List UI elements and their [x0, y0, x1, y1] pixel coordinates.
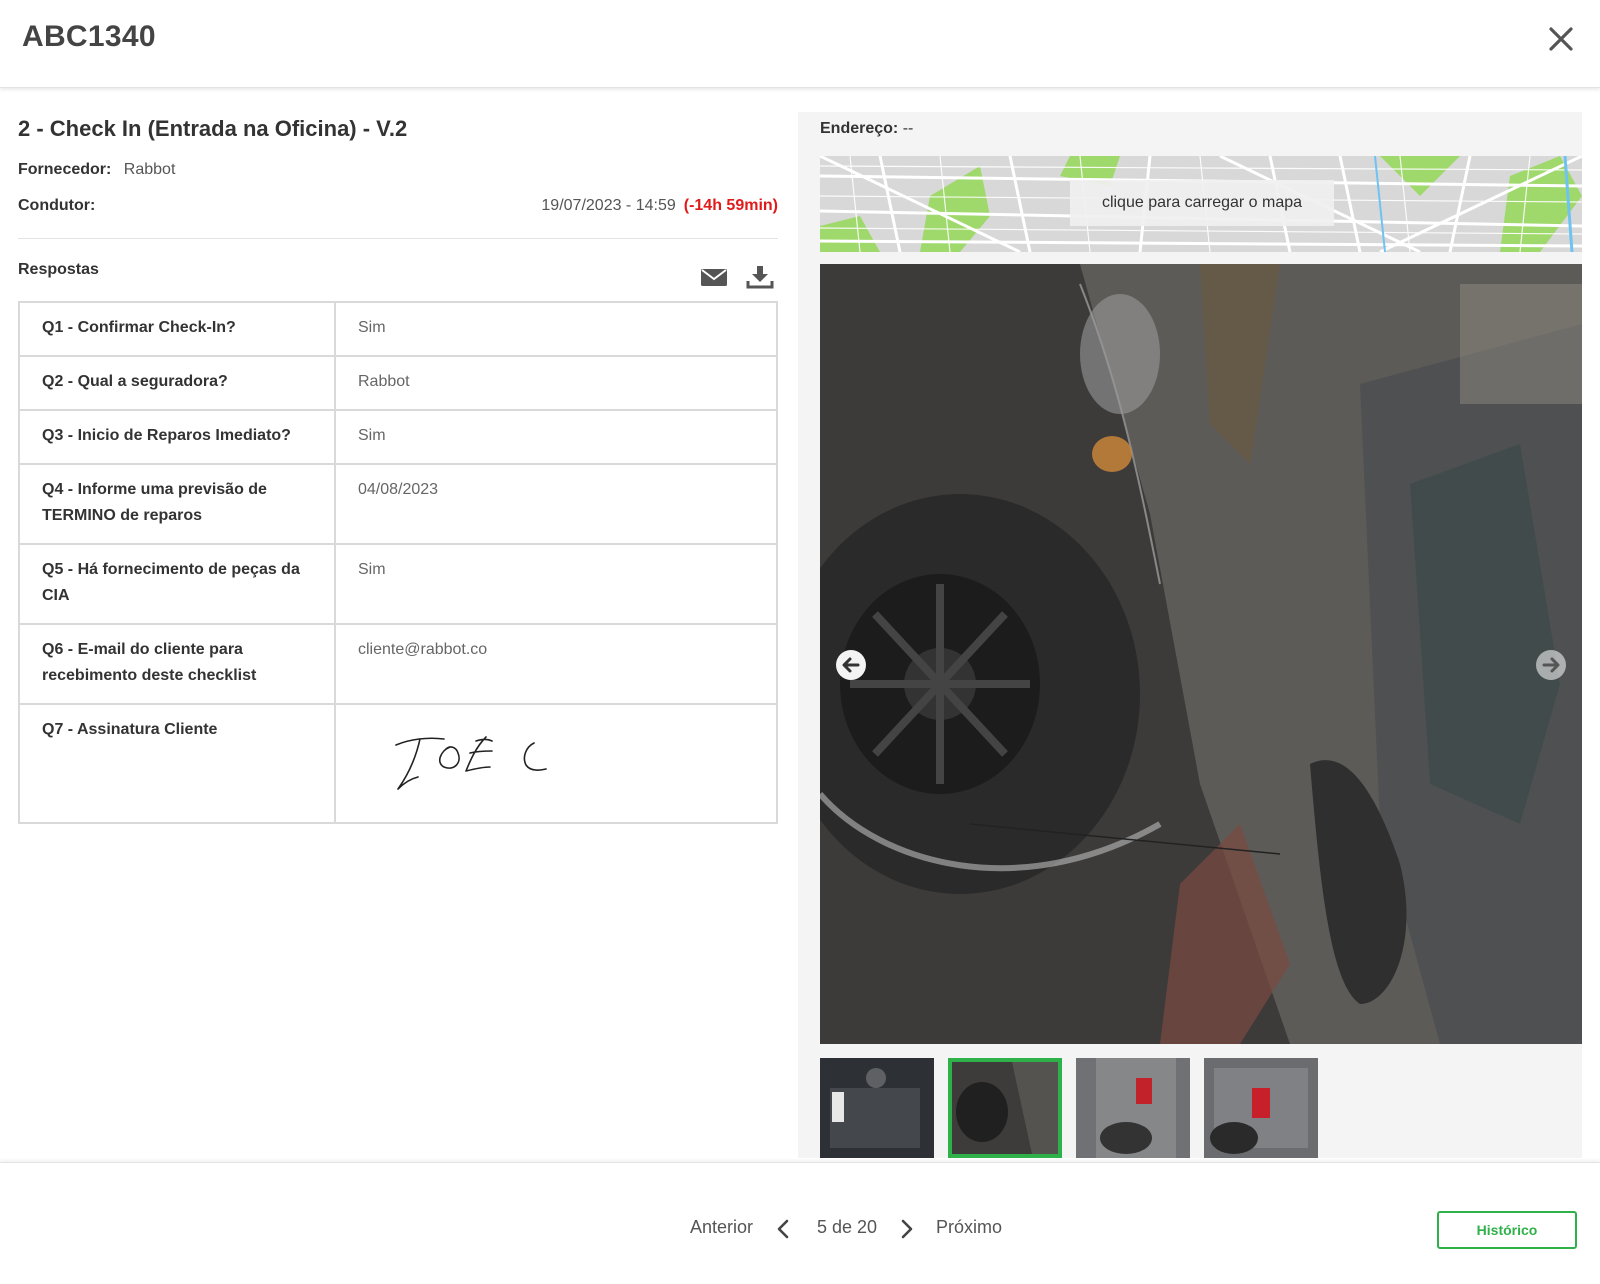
answer-cell: Sim — [334, 543, 778, 625]
supplier-row: Fornecedor: Rabbot — [18, 152, 778, 188]
next-link[interactable]: Próximo — [936, 1217, 1002, 1238]
question-cell: Q4 - Informe uma previsão de TERMINO de … — [18, 463, 336, 545]
delay-badge: (-14h 59min) — [683, 197, 778, 214]
download-icon[interactable] — [746, 265, 774, 289]
answers-table: Q1 - Confirmar Check-In? Sim Q2 - Qual a… — [18, 301, 778, 824]
car-image — [820, 264, 1582, 1044]
modal-footer: Anterior 5 de 20 Próximo Histórico — [0, 1162, 1600, 1284]
modal-header: ABC1340 — [0, 0, 1600, 88]
checklist-panel: 2 - Check In (Entrada na Oficina) - V.2 … — [18, 112, 778, 824]
address-row: Endereço: -- — [820, 120, 913, 138]
thumbnail[interactable] — [1076, 1058, 1190, 1158]
table-row: Q2 - Qual a seguradora? Rabbot — [18, 355, 778, 411]
question-cell: Q1 - Confirmar Check-In? — [18, 301, 336, 357]
vehicle-plate: ABC1340 — [22, 20, 156, 53]
answer-cell: cliente@rabbot.co — [334, 623, 778, 705]
table-row: Q1 - Confirmar Check-In? Sim — [18, 301, 778, 357]
page-indicator: 5 de 20 — [817, 1217, 878, 1237]
chevron-right-icon[interactable] — [900, 1219, 914, 1239]
client-signature — [395, 736, 547, 790]
address-value: -- — [902, 120, 914, 137]
question-cell: Q3 - Inicio de Reparos Imediato? — [18, 409, 336, 465]
thumbnail[interactable] — [820, 1058, 934, 1158]
vehicle-photo — [820, 264, 1582, 1044]
map-preview[interactable]: clique para carregar o mapa — [820, 156, 1582, 252]
signature-cell — [334, 703, 778, 824]
media-panel: Endereço: -- clique para carregar o mapa — [798, 112, 1582, 1158]
question-cell: Q6 - E-mail do cliente para recebimento … — [18, 623, 336, 705]
table-row: Q6 - E-mail do cliente para recebimento … — [18, 623, 778, 705]
driver-label: Condutor: — [18, 197, 96, 214]
chevron-left-icon[interactable] — [776, 1219, 790, 1239]
close-icon[interactable] — [1546, 24, 1576, 54]
checklist-datetime: 19/07/2023 - 14:59 (-14h 59min) — [541, 188, 778, 224]
table-row: Q4 - Informe uma previsão de TERMINO de … — [18, 463, 778, 545]
answer-cell: Sim — [334, 301, 778, 357]
table-row: Q3 - Inicio de Reparos Imediato? Sim — [18, 409, 778, 465]
answers-toolbar: Respostas — [18, 239, 778, 301]
table-row: Q5 - Há fornecimento de peças da CIA Sim — [18, 543, 778, 625]
thumbnail[interactable] — [1204, 1058, 1318, 1158]
arrow-left-circle-icon[interactable] — [834, 648, 868, 682]
question-cell: Q7 - Assinatura Cliente — [18, 703, 336, 824]
envelope-icon[interactable] — [700, 265, 728, 289]
previous-link[interactable]: Anterior — [690, 1217, 753, 1238]
history-button[interactable]: Histórico — [1437, 1211, 1577, 1249]
address-label: Endereço: — [820, 120, 899, 137]
load-map-button[interactable]: clique para carregar o mapa — [1070, 180, 1334, 226]
table-row: Q7 - Assinatura Cliente — [18, 703, 778, 824]
answer-cell: 04/08/2023 — [334, 463, 778, 545]
question-cell: Q5 - Há fornecimento de peças da CIA — [18, 543, 336, 625]
answer-cell: Sim — [334, 409, 778, 465]
datetime-text: 19/07/2023 - 14:59 — [541, 197, 676, 214]
checklist-title: 2 - Check In (Entrada na Oficina) - V.2 — [18, 116, 408, 141]
driver-row: Condutor: 19/07/2023 - 14:59 (-14h 59min) — [18, 188, 778, 224]
supplier-value: Rabbot — [123, 161, 176, 178]
question-cell: Q2 - Qual a seguradora? — [18, 355, 336, 411]
supplier-label: Fornecedor: — [18, 161, 112, 178]
thumbnail-active[interactable] — [948, 1058, 1062, 1158]
answer-cell: Rabbot — [334, 355, 778, 411]
answers-label: Respostas — [18, 261, 99, 278]
arrow-right-circle-icon[interactable] — [1534, 648, 1568, 682]
